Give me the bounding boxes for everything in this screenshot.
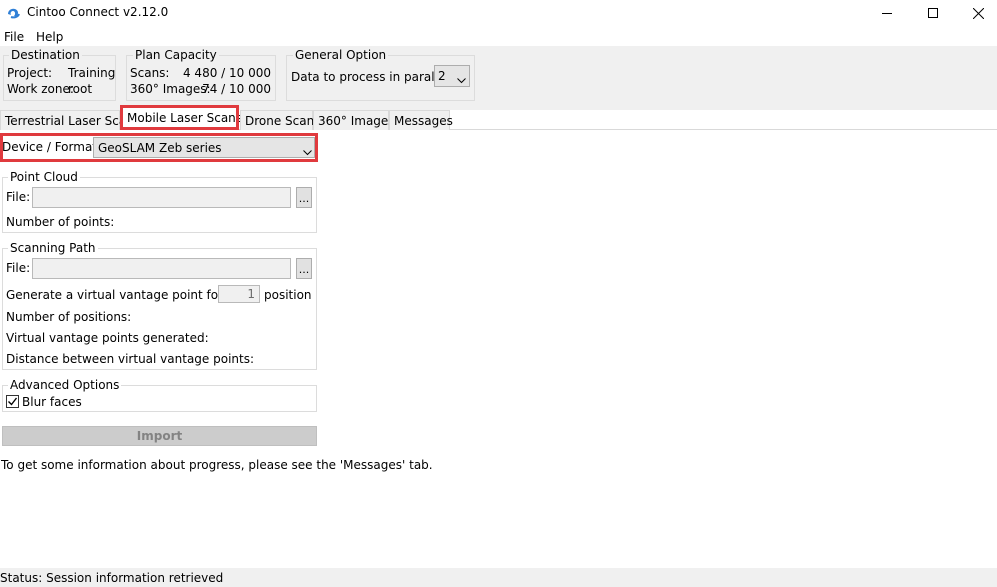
tab-360-images[interactable]: 360° Images [313,110,395,130]
tab-terrestrial-laser-scans[interactable]: Terrestrial Laser Scans [0,110,140,130]
images-value: 74 / 10 000 [202,82,271,96]
tab-drone-scans[interactable]: Drone Scans [240,110,320,130]
advanced-options-title: Advanced Options [8,378,122,392]
chevron-down-icon [303,145,312,159]
plan-capacity-title: Plan Capacity [133,48,219,62]
chevron-down-icon [457,73,466,87]
maximize-button[interactable] [910,0,956,26]
distance-vvp-label: Distance between virtual vantage points: [6,352,255,366]
window-title: Cintoo Connect v2.12.0 [27,5,169,19]
scanning-path-title: Scanning Path [8,241,98,255]
workzone-label: Work zone: [7,82,74,96]
tab-highlight [120,105,239,130]
title-bar: Cintoo Connect v2.12.0 [0,0,997,26]
destination-title: Destination [9,48,82,62]
parallel-value: 2 [438,69,446,83]
workzone-value: root [68,82,93,96]
device-format-value: GeoSLAM Zeb series [98,141,222,155]
general-option-title: General Option [293,48,389,62]
parallel-select[interactable]: 2 [434,65,470,87]
import-button[interactable]: Import [2,426,317,446]
images-label: 360° Images: [130,82,211,96]
close-button[interactable] [955,0,997,26]
progress-info-text: To get some information about progress, … [1,458,433,472]
minimize-button[interactable] [864,0,910,26]
menu-bar: File Help [0,28,997,47]
project-value: Training [68,66,116,80]
point-cloud-file-input[interactable] [32,187,291,208]
point-cloud-title: Point Cloud [8,170,80,184]
point-cloud-file-label: File: [6,190,31,204]
scans-value: 4 480 / 10 000 [182,66,271,80]
tab-messages[interactable]: Messages [389,110,453,130]
menu-file[interactable]: File [4,30,24,44]
blur-faces-label: Blur faces [22,395,82,409]
project-label: Project: [7,66,53,80]
number-of-positions-label: Number of positions: [6,310,132,324]
scanning-path-file-input[interactable] [32,258,291,279]
position-label: position [264,288,312,302]
generate-vantage-label: Generate a virtual vantage point for 1 o… [6,288,250,302]
scanning-path-file-label: File: [6,261,31,275]
number-of-points-label: Number of points: [6,215,115,229]
parallel-label: Data to process in parallel: [291,70,453,84]
vvp-generated-label: Virtual vantage points generated: [6,331,209,345]
menu-help[interactable]: Help [36,30,63,44]
status-bar: Status: Session information retrieved [0,568,997,587]
scans-label: Scans: [130,66,170,80]
device-format-label: Device / Format: [2,140,102,154]
point-cloud-browse-button[interactable]: ... [296,187,312,208]
blur-faces-checkbox[interactable] [6,395,19,408]
scanning-path-browse-button[interactable]: ... [296,258,312,279]
cintoo-logo-icon [5,5,21,21]
status-text: Status: Session information retrieved [0,571,224,585]
device-format-select[interactable]: GeoSLAM Zeb series [93,137,315,158]
checkmark-icon [8,397,18,406]
vantage-interval-input[interactable]: 1 [218,285,260,303]
